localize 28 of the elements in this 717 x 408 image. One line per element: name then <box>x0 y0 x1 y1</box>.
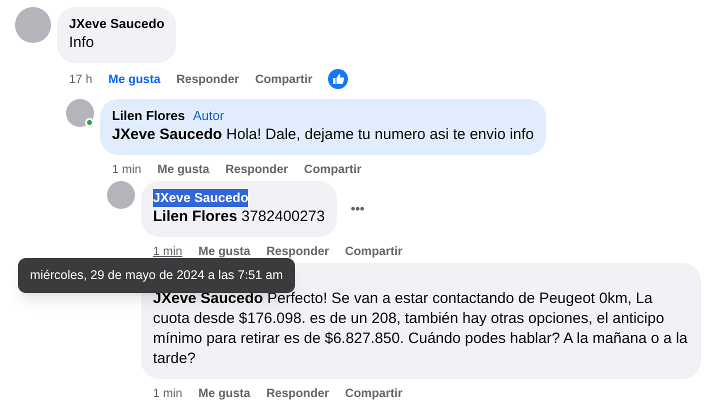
avatar[interactable] <box>66 99 94 127</box>
author-name[interactable]: JXeve Saucedo <box>69 15 164 33</box>
action-link[interactable]: Compartir <box>345 385 402 401</box>
avatar[interactable] <box>15 7 51 43</box>
author-label: Autor <box>192 107 224 125</box>
action-link[interactable]: Me gusta <box>108 71 160 87</box>
comment-text: Lilen Flores 3782400273 <box>153 207 325 227</box>
action-link[interactable]: Compartir <box>255 71 312 87</box>
more-options-button[interactable]: ••• <box>342 199 372 219</box>
action-link[interactable]: Responder <box>176 71 240 87</box>
author-name[interactable]: JXeve Saucedo <box>153 189 248 207</box>
action-link[interactable]: Responder <box>266 243 330 259</box>
comment-text: JXeve Saucedo Hola! Dale, dejame tu numero asi te envio info <box>112 125 534 145</box>
action-link[interactable]: Me gusta <box>198 385 250 401</box>
comment-text: Info <box>69 33 96 53</box>
action-link[interactable]: Me gusta <box>198 243 250 259</box>
date-tooltip: miércoles, 29 de mayo de 2024 a las 7:51 am <box>18 258 295 293</box>
avatar[interactable] <box>107 181 135 209</box>
action-link[interactable]: Me gusta <box>157 161 210 177</box>
timestamp-link[interactable]: 1 min <box>153 385 182 401</box>
timestamp-link[interactable]: 1 min <box>112 161 142 177</box>
action-link[interactable]: Responder <box>225 161 288 177</box>
timestamp-link[interactable]: 17 h <box>69 71 92 87</box>
action-link[interactable]: Responder <box>266 385 330 401</box>
action-link[interactable]: Compartir <box>345 243 402 259</box>
timestamp-link[interactable]: 1 min <box>153 243 182 259</box>
author-name[interactable]: Lilen Flores <box>112 107 185 125</box>
action-link[interactable]: Compartir <box>304 161 362 177</box>
